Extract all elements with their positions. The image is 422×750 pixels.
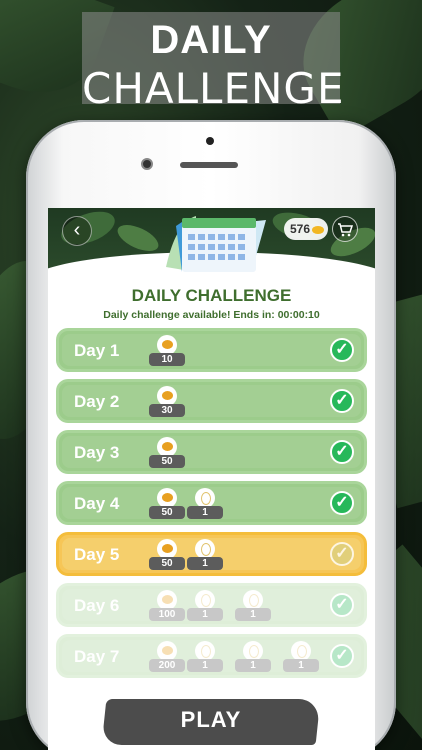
app-screen: ‹ 576 DAILY CHALLENGE Daily challenge av…	[48, 208, 375, 750]
reward-amount: 50	[149, 455, 185, 468]
item-reward: 1	[235, 590, 271, 624]
checkmark-icon: ✓	[330, 593, 354, 617]
checkmark-icon: ✓	[330, 389, 354, 413]
reward-amount: 50	[149, 557, 185, 570]
nut-icon	[157, 437, 177, 457]
play-button[interactable]: PLAY	[101, 695, 321, 750]
item-reward: 1	[187, 539, 223, 573]
egg-icon	[195, 539, 215, 559]
cart-button[interactable]	[332, 216, 358, 242]
coin-count: 576	[290, 222, 311, 236]
reward-amount: 200	[149, 659, 185, 672]
coin-icon	[312, 225, 325, 234]
nut-reward: 30	[149, 386, 185, 420]
nut-icon	[157, 386, 177, 406]
reward-amount: 1	[283, 659, 319, 672]
reward-amount: 100	[149, 608, 185, 621]
item-reward: 1	[187, 641, 223, 675]
item-reward: 1	[235, 641, 271, 675]
nut-reward: 50	[149, 539, 185, 573]
egg-icon	[195, 590, 215, 610]
promo-banner: DAILY CHALLENGE	[82, 12, 343, 113]
day-label: Day 3	[74, 443, 120, 462]
nut-icon	[157, 488, 177, 508]
checkmark-icon: ✓	[330, 491, 354, 515]
item-reward: 1	[187, 590, 223, 624]
nut-reward: 50	[149, 437, 185, 471]
page-title: DAILY CHALLENGE	[131, 286, 292, 305]
day-row[interactable]: Day 2 30 ✓	[56, 379, 367, 423]
reward-amount: 1	[187, 506, 223, 519]
promo-title-line2: CHALLENGE	[82, 64, 345, 113]
day-row[interactable]: Day 4 50 1 ✓	[56, 481, 367, 525]
day-label: Day 6	[74, 596, 120, 615]
reward-amount: 1	[235, 608, 271, 621]
nut-icon	[157, 590, 177, 610]
nut-reward: 50	[149, 488, 185, 522]
egg-icon	[291, 641, 311, 661]
play-button-label: PLAY	[180, 707, 242, 732]
checkmark-icon: ✓	[330, 440, 354, 464]
day-row[interactable]: Day 6 100 1 1 ✓	[56, 583, 367, 627]
coin-counter[interactable]: 576	[284, 218, 328, 240]
cart-icon	[338, 223, 354, 237]
item-reward: 1	[283, 641, 319, 675]
day-label: Day 5	[74, 545, 120, 564]
day-row[interactable]: Day 3 50 ✓	[56, 430, 367, 474]
day-label: Day 1	[74, 341, 120, 360]
reward-amount: 1	[187, 608, 223, 621]
day-row[interactable]: Day 7 200 1 1 1 ✓	[56, 634, 367, 678]
day-label: Day 4	[74, 494, 120, 513]
promo-title-line1: DAILY	[150, 18, 272, 62]
reward-amount: 30	[149, 404, 185, 417]
egg-icon	[243, 590, 263, 610]
day-label: Day 2	[74, 392, 120, 411]
nut-reward: 200	[149, 641, 185, 675]
nut-reward: 10	[149, 335, 185, 369]
calendar-icon	[166, 216, 266, 272]
egg-icon	[195, 641, 215, 661]
day-row[interactable]: Day 5 50 1 ✓	[56, 532, 367, 576]
reward-amount: 1	[187, 557, 223, 570]
reward-amount: 1	[235, 659, 271, 672]
day-label: Day 7	[74, 647, 120, 666]
egg-icon	[243, 641, 263, 661]
nut-icon	[157, 641, 177, 661]
checkmark-icon: ✓	[330, 644, 354, 668]
day-row[interactable]: Day 1 10 ✓	[56, 328, 367, 372]
back-button[interactable]: ‹	[62, 216, 92, 246]
reward-amount: 10	[149, 353, 185, 366]
reward-amount: 50	[149, 506, 185, 519]
front-camera	[141, 158, 153, 170]
camera-dot	[206, 137, 214, 145]
item-reward: 1	[187, 488, 223, 522]
egg-icon	[195, 488, 215, 508]
countdown-text: Daily challenge available! Ends in: 00:0…	[103, 309, 320, 321]
chevron-left-icon: ‹	[73, 219, 81, 241]
reward-amount: 1	[187, 659, 223, 672]
speaker-grille	[180, 162, 238, 168]
checkmark-icon: ✓	[330, 338, 354, 362]
checkmark-icon: ✓	[330, 542, 354, 566]
nut-icon	[157, 335, 177, 355]
nut-icon	[157, 539, 177, 559]
header-banner: ‹ 576	[48, 208, 375, 272]
nut-reward: 100	[149, 590, 185, 624]
